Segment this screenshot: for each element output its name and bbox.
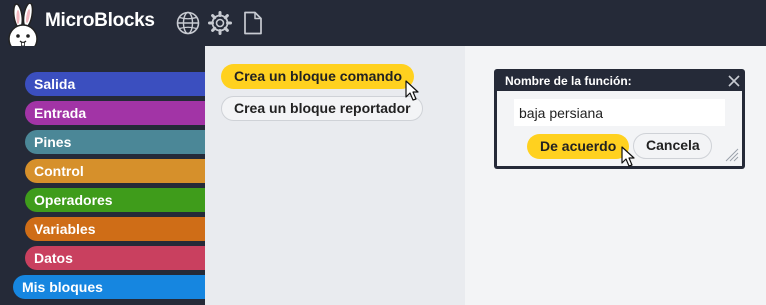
category-control[interactable]: Control <box>25 159 205 183</box>
gear-icon[interactable] <box>207 10 233 36</box>
globe-icon[interactable] <box>175 10 201 36</box>
make-command-block-button[interactable]: Crea un bloque comando <box>221 64 414 89</box>
category-entrada[interactable]: Entrada <box>25 101 205 125</box>
function-name-input[interactable] <box>514 99 725 126</box>
category-pines[interactable]: Pines <box>25 130 205 154</box>
app-title: MicroBlocks <box>45 10 155 31</box>
category-salida[interactable]: Salida <box>25 72 205 96</box>
resize-grip-icon[interactable] <box>723 146 739 162</box>
top-bar: MicroBlocks <box>0 0 766 54</box>
close-icon[interactable] <box>727 74 741 88</box>
make-reporter-block-button[interactable]: Crea un bloque reportador <box>221 96 423 121</box>
dialog-title: Nombre de la función: <box>505 74 632 88</box>
ok-button[interactable]: De acuerdo <box>527 134 629 159</box>
category-datos[interactable]: Datos <box>25 246 205 270</box>
category-variables[interactable]: Variables <box>25 217 205 241</box>
mouse-pointer-icon <box>621 146 635 167</box>
category-operadores[interactable]: Operadores <box>25 188 205 212</box>
mouse-pointer-icon <box>405 80 419 101</box>
cancel-button[interactable]: Cancela <box>633 133 712 159</box>
file-icon[interactable] <box>240 10 266 36</box>
category-mis-bloques[interactable]: Mis bloques <box>13 275 205 299</box>
